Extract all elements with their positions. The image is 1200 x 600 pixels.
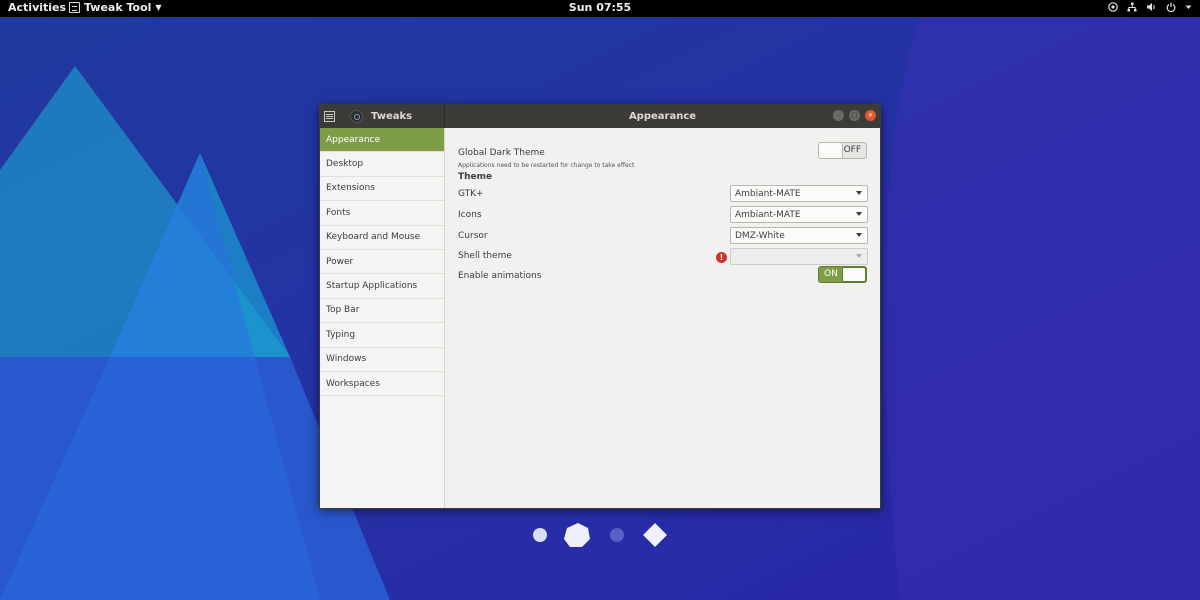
window-menu-icon[interactable] [324,111,335,122]
sidebar-item-appearance[interactable]: Appearance [320,128,444,153]
icons-theme-select[interactable]: Ambiant-MATE [730,206,868,223]
theme-section-heading: Theme [458,172,493,182]
cursor-label: Cursor [458,231,488,241]
appearance-panel: Global Dark Theme Applications need to b… [446,128,880,508]
circle-shape-icon [533,528,547,542]
menu-arrow-icon[interactable] [1185,2,1192,12]
cursor-theme-value: DMZ-White [735,230,785,241]
window-controls: – □ × [833,110,876,121]
switch-state: OFF [843,145,861,155]
sidebar-item-desktop[interactable]: Desktop [320,152,444,177]
gtk-theme-value: Ambiant-MATE [735,188,801,199]
chevron-down-icon [856,233,862,237]
dark-circle-shape-icon [610,528,624,542]
sidebar-item-typing[interactable]: Typing [320,323,444,348]
minimize-button[interactable]: – [833,110,844,121]
sidebar-item-startup-applications[interactable]: Startup Applications [320,274,444,299]
accessibility-icon[interactable] [1108,2,1118,12]
power-icon[interactable] [1166,2,1176,12]
chevron-down-icon [856,254,862,258]
icons-theme-value: Ambiant-MATE [735,209,801,220]
close-button[interactable]: × [865,110,876,121]
chevron-down-icon [856,191,862,195]
app-menu-label: Tweak Tool [84,1,152,14]
dark-theme-label: Global Dark Theme [458,148,545,158]
switch-state: ON [824,269,838,279]
switch-knob [819,143,843,158]
gtk-label: GTK+ [458,189,484,199]
tweak-tool-icon [69,2,80,13]
network-icon[interactable] [1127,2,1137,12]
sidebar-item-power[interactable]: Power [320,250,444,275]
chevron-down-icon [856,212,862,216]
shell-theme-select[interactable] [730,248,868,265]
top-bar: Activities Tweak Tool ▼ Sun 07:55 [0,0,1200,17]
clock[interactable]: Sun 07:55 [569,1,631,14]
chevron-down-icon: ▼ [155,3,162,12]
system-tray[interactable] [1108,2,1192,12]
sidebar-title: Tweaks [371,111,413,122]
heptagon-shape-icon [564,523,590,547]
window-title: Appearance [628,111,697,122]
sidebar-item-extensions[interactable]: Extensions [320,177,444,202]
sidebar-item-fonts[interactable]: Fonts [320,201,444,226]
activities-button[interactable]: Activities [8,1,66,14]
sidebar-item-windows[interactable]: Windows [320,348,444,372]
animations-label: Enable animations [458,271,542,281]
dark-theme-hint: Applications need to be restarted for ch… [458,162,635,169]
window-titlebar[interactable]: Tweaks Appearance – □ × [320,105,880,128]
dark-theme-switch[interactable]: OFF [818,142,867,159]
volume-icon[interactable] [1146,2,1157,12]
search-icon[interactable] [350,110,363,123]
app-menu[interactable]: Tweak Tool ▼ [69,1,162,14]
sidebar-item-workspaces[interactable]: Workspaces [320,372,444,397]
tweaks-window: Tweaks Appearance – □ × Appearance Deskt… [319,104,881,509]
shell-theme-label: Shell theme [458,251,512,261]
sidebar-item-top-bar[interactable]: Top Bar [320,299,444,324]
decorative-shapes [533,523,667,547]
tweaks-sidebar: Appearance Desktop Extensions Fonts Keyb… [320,128,445,508]
cursor-theme-select[interactable]: DMZ-White [730,227,868,244]
diamond-shape-icon [643,523,667,547]
gtk-theme-select[interactable]: Ambiant-MATE [730,185,868,202]
icons-label: Icons [458,210,482,220]
warning-icon: ! [716,252,727,263]
sidebar-header: Tweaks [320,105,445,128]
animations-switch[interactable]: ON [818,266,867,283]
switch-knob [842,267,866,282]
sidebar-item-keyboard-and-mouse[interactable]: Keyboard and Mouse [320,226,444,250]
maximize-button[interactable]: □ [849,110,860,121]
